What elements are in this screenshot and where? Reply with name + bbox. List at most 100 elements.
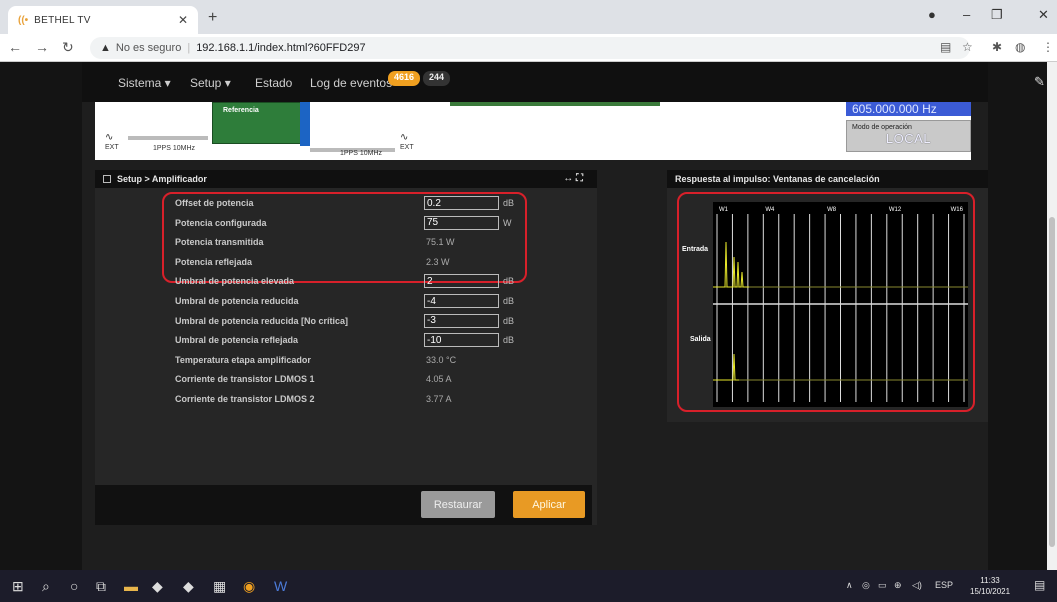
- param-input[interactable]: [424, 215, 499, 230]
- input-trace-label: Entrada: [682, 246, 709, 253]
- search-icon[interactable]: ⌕: [42, 578, 50, 595]
- translate-icon[interactable]: ▤: [940, 40, 951, 54]
- word-icon[interactable]: W: [274, 578, 287, 594]
- window-label: W1: [719, 207, 729, 213]
- window-label: W16: [951, 207, 964, 213]
- site-favicon-icon: ((•: [18, 14, 29, 26]
- edit-icon[interactable]: ✎: [1034, 74, 1045, 90]
- amplifier-panel-title: Setup > Amplificador: [117, 174, 207, 184]
- param-unit: W: [503, 217, 512, 228]
- param-label: Umbral de potencia reducida [No crítica]: [175, 315, 349, 326]
- browser-tab[interactable]: ((• BETHEL TV ✕: [8, 6, 198, 34]
- output-caption: 1PPS 10MHz: [340, 150, 383, 157]
- signal-wave-out-icon: ∿: [400, 132, 409, 143]
- param-input[interactable]: [424, 313, 499, 328]
- amplifier-footer: Restaurar Aplicar: [95, 485, 592, 525]
- warning-icon: ▲: [100, 42, 111, 54]
- param-unit: dB: [503, 335, 515, 346]
- param-input[interactable]: [424, 333, 499, 348]
- window-label: W4: [765, 207, 775, 213]
- app-icon-1[interactable]: ◆: [152, 578, 163, 595]
- operation-mode-box: Modo de operación LOCAL: [846, 120, 971, 152]
- profile-avatar-icon[interactable]: ◍: [1015, 40, 1025, 54]
- volume-icon[interactable]: ◁): [912, 580, 922, 591]
- param-label: Potencia reflejada: [175, 256, 253, 267]
- param-label: Umbral de potencia reflejada: [175, 335, 299, 346]
- chrome-icon[interactable]: ◉: [243, 578, 255, 595]
- param-label: Potencia transmitida: [175, 237, 264, 248]
- alarm-count-badge[interactable]: 244: [423, 71, 451, 86]
- apply-button[interactable]: Aplicar: [513, 491, 585, 518]
- param-row: Offset de potencia dB: [175, 196, 535, 212]
- output-trace-label: Salida: [690, 336, 711, 343]
- input-caption: 1PPS 10MHz: [153, 145, 196, 152]
- browser-tab-bar: ((• BETHEL TV ✕ + ● – ❐ ✕: [0, 0, 1057, 34]
- param-input[interactable]: [424, 196, 499, 210]
- param-readonly-value: 2.3 W: [426, 256, 450, 267]
- extensions-icon[interactable]: ✱: [992, 40, 1002, 54]
- reload-icon[interactable]: ↻: [62, 39, 74, 56]
- param-row: Umbral de potencia reflejada dB: [175, 333, 535, 349]
- back-icon[interactable]: ←: [8, 39, 22, 55]
- file-explorer-icon[interactable]: ▬: [124, 578, 138, 594]
- param-readonly-value: 33.0 °C: [426, 354, 457, 365]
- param-readonly-value: 4.05 A: [426, 374, 452, 385]
- event-count-badge[interactable]: 4616: [388, 71, 421, 86]
- signal-level-bar: [450, 102, 660, 106]
- frequency-display: 605.000.000 Hz: [846, 102, 971, 116]
- calculator-icon[interactable]: ▦: [213, 578, 226, 595]
- param-unit: dB: [503, 296, 515, 306]
- param-unit: dB: [503, 276, 515, 287]
- cortana-icon[interactable]: ○: [70, 578, 78, 594]
- clock[interactable]: 11:33 15/10/2021: [970, 575, 1010, 597]
- network-icon[interactable]: ⊕: [894, 580, 902, 591]
- close-window-icon[interactable]: ✕: [1038, 7, 1049, 23]
- nav-estado[interactable]: Estado: [255, 76, 292, 90]
- param-row: Umbral de potencia reducida dB: [175, 294, 535, 310]
- tray-app-icon[interactable]: ◎: [862, 580, 870, 591]
- param-label: Umbral de potencia reducida: [175, 296, 299, 306]
- security-status: No es seguro: [115, 42, 182, 54]
- param-readonly-value: 3.77 A: [426, 394, 452, 404]
- nav-sistema[interactable]: Sistema ▾: [118, 76, 171, 90]
- reference-output-bar: [300, 102, 310, 146]
- expand-icon[interactable]: ↔ ⛶: [563, 173, 583, 184]
- minimize-icon[interactable]: –: [963, 7, 970, 22]
- windows-start-icon[interactable]: ⊞: [12, 578, 24, 595]
- restore-button[interactable]: Restaurar: [421, 491, 495, 518]
- tab-title: BETHEL TV: [34, 14, 91, 26]
- scrollbar-thumb[interactable]: [1049, 217, 1055, 547]
- restore-window-icon[interactable]: ❐: [991, 7, 1003, 23]
- url-separator: |: [187, 42, 191, 54]
- ext-input-label: EXT: [105, 144, 119, 151]
- taskbar: ⊞ ⌕ ○ ⧉ ▬ ◆ ◆ ▦ ◉ W ∧ ◎ ▭ ⊕ ◁) ESP 11:33…: [0, 570, 1057, 602]
- task-view-icon[interactable]: ⧉: [96, 578, 106, 595]
- param-row: Umbral de potencia reducida [No crítica]…: [175, 313, 535, 330]
- window-label: W12: [889, 207, 902, 213]
- language-indicator[interactable]: ESP: [935, 580, 953, 590]
- param-row: Temperatura etapa amplificador 33.0 °C: [175, 353, 535, 369]
- tray-chevron-icon[interactable]: ∧: [846, 580, 853, 591]
- new-tab-icon[interactable]: +: [208, 9, 217, 27]
- param-label: Offset de potencia: [175, 198, 254, 208]
- param-input[interactable]: [424, 294, 499, 308]
- nav-setup[interactable]: Setup ▾: [190, 76, 231, 90]
- menu-kebab-icon[interactable]: ⋮: [1042, 40, 1054, 54]
- nav-log-eventos[interactable]: Log de eventos: [310, 76, 392, 90]
- reference-block[interactable]: Referencia: [212, 102, 304, 144]
- bookmark-star-icon[interactable]: ☆: [962, 40, 973, 54]
- param-input[interactable]: [424, 274, 499, 289]
- top-navigation: Sistema ▾ Setup ▾ Estado Log de eventos …: [82, 62, 1045, 102]
- battery-icon[interactable]: ▭: [878, 580, 887, 591]
- app-icon-2[interactable]: ◆: [183, 578, 194, 595]
- notifications-icon[interactable]: ▤: [1034, 578, 1045, 592]
- tab-close-icon[interactable]: ✕: [178, 13, 188, 27]
- operation-mode-value: LOCAL: [885, 131, 932, 146]
- forward-icon[interactable]: →: [35, 39, 49, 55]
- param-row: Umbral de potencia elevada dB: [175, 274, 535, 290]
- param-row: Potencia configurada W: [175, 215, 535, 232]
- param-label: Temperatura etapa amplificador: [175, 354, 311, 365]
- reference-label: Referencia: [223, 107, 259, 114]
- url-field[interactable]: ▲ No es seguro | 192.168.1.1/index.html?…: [90, 37, 970, 59]
- profile-icon[interactable]: ●: [928, 7, 936, 22]
